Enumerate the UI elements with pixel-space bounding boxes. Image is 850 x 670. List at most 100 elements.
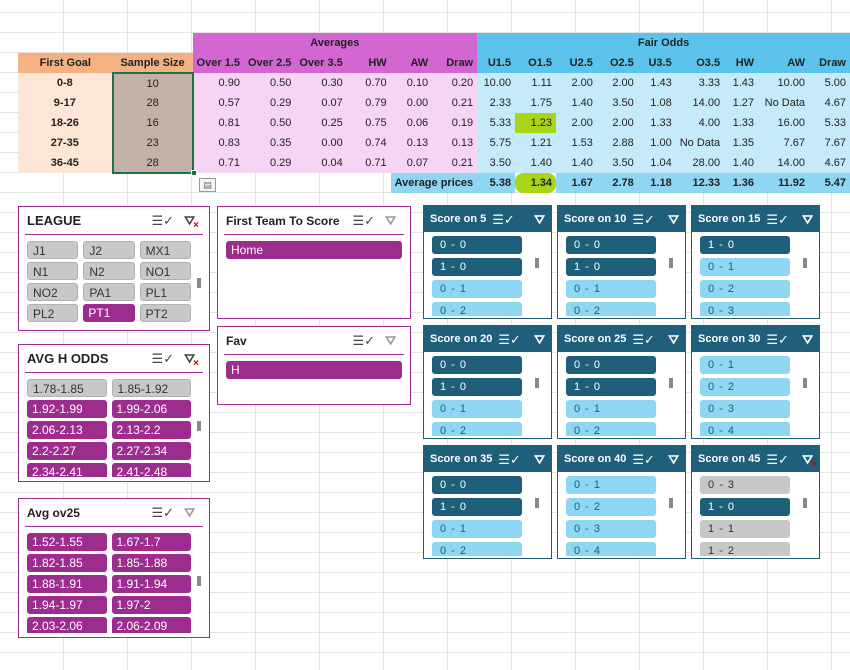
table-cell[interactable]: 1.27: [724, 93, 759, 113]
table-cell[interactable]: 0.75: [346, 113, 391, 133]
table-cell[interactable]: 0.00: [295, 133, 347, 153]
score-item[interactable]: 0 - 2: [700, 378, 790, 396]
table-cell[interactable]: 0.81: [192, 113, 244, 133]
multi-select-icon[interactable]: ☰✓: [632, 333, 655, 346]
table-cell[interactable]: 28.00: [675, 153, 725, 173]
score-item[interactable]: 0 - 4: [700, 422, 790, 436]
table-cell[interactable]: 10.00: [758, 73, 809, 93]
table-cell[interactable]: 1.23: [515, 113, 556, 133]
score-item[interactable]: 0 - 2: [566, 422, 656, 436]
table-cell[interactable]: 1.43: [637, 73, 676, 93]
table-cell[interactable]: 0.74: [346, 133, 391, 153]
slicer-item[interactable]: 1.78-1.85: [27, 379, 107, 397]
table-cell[interactable]: 5.75: [477, 133, 516, 153]
table-cell[interactable]: 10: [111, 72, 194, 93]
multi-select-icon[interactable]: ☰✓: [492, 213, 515, 226]
multi-select-icon[interactable]: ☰✓: [498, 333, 521, 346]
score-item[interactable]: 0 - 3: [566, 520, 656, 538]
table-cell[interactable]: 3.50: [596, 153, 638, 173]
score-item[interactable]: 0 - 1: [432, 280, 522, 298]
score-item[interactable]: 0 - 4: [566, 542, 656, 556]
quick-analysis-icon[interactable]: ▤: [199, 178, 216, 192]
scrollbar[interactable]: [667, 240, 675, 312]
table-cell[interactable]: 0.07: [390, 153, 433, 173]
slicer-item[interactable]: 1.92-1.99: [27, 400, 107, 418]
score-item[interactable]: 1 - 0: [566, 378, 656, 396]
table-cell[interactable]: 0.29: [243, 93, 296, 113]
blank-cell[interactable]: [113, 173, 193, 193]
slicer-item[interactable]: 1.97-2: [111, 596, 191, 614]
score-item[interactable]: 1 - 0: [432, 258, 522, 276]
scrollbar[interactable]: [801, 360, 809, 432]
table-cell[interactable]: 2.88: [596, 133, 638, 153]
table-cell[interactable]: 2.00: [556, 113, 597, 133]
slicer-item[interactable]: 2.34-2.41: [27, 463, 107, 477]
table-cell[interactable]: 3.33: [675, 73, 725, 93]
slicer-item[interactable]: J2: [83, 241, 135, 259]
column-header[interactable]: First Goal: [18, 53, 113, 73]
table-cell[interactable]: 0.79: [346, 93, 391, 113]
score-item[interactable]: 0 - 1: [700, 258, 790, 276]
table-cell[interactable]: 10.00: [477, 73, 516, 93]
table-cell[interactable]: 28: [111, 153, 194, 174]
slicer-item[interactable]: 2.2-2.27: [27, 442, 107, 460]
slicer-item[interactable]: 1.67-1.7: [111, 533, 191, 551]
table-cell[interactable]: 0.57: [192, 93, 244, 113]
table-cell[interactable]: 2.00: [556, 73, 597, 93]
score-item[interactable]: 1 - 0: [432, 378, 522, 396]
slicer-item[interactable]: 1.52-1.55: [27, 533, 107, 551]
score-item[interactable]: 0 - 2: [566, 498, 656, 516]
score-item[interactable]: 0 - 2: [432, 422, 522, 436]
slicer-item[interactable]: PT2: [139, 304, 191, 322]
table-cell[interactable]: 0-8: [18, 73, 113, 93]
slicer-item[interactable]: Home: [226, 241, 402, 259]
column-header[interactable]: O3.5: [675, 53, 725, 73]
average-price-cell[interactable]: 1.67: [556, 173, 597, 193]
score-item[interactable]: 0 - 1: [432, 400, 522, 418]
table-cell[interactable]: 4.67: [809, 153, 850, 173]
slicer-item[interactable]: H: [226, 361, 402, 379]
filter-icon[interactable]: ⛛: [184, 506, 195, 519]
multi-select-icon[interactable]: ☰✓: [632, 453, 655, 466]
table-cell[interactable]: No Data: [675, 133, 725, 153]
blank-cell[interactable]: [347, 173, 391, 193]
clear-filter-icon[interactable]: ⛛: [184, 214, 199, 231]
slicer-item[interactable]: N2: [83, 262, 135, 280]
table-cell[interactable]: 0.20: [432, 73, 478, 93]
table-cell[interactable]: 16: [111, 113, 194, 133]
table-cell[interactable]: 0.19: [432, 113, 478, 133]
multi-select-icon[interactable]: ☰✓: [766, 333, 789, 346]
table-cell[interactable]: 1.00: [637, 133, 676, 153]
table-cell[interactable]: 0.29: [243, 153, 296, 173]
table-cell[interactable]: 0.90: [192, 73, 244, 93]
scrollbar[interactable]: [533, 480, 541, 552]
table-cell[interactable]: 1.40: [556, 153, 597, 173]
score-item[interactable]: 0 - 2: [432, 542, 522, 556]
table-cell[interactable]: 14.00: [675, 93, 725, 113]
score-item[interactable]: 1 - 0: [432, 498, 522, 516]
column-header[interactable]: U3.5: [637, 53, 676, 73]
multi-select-icon[interactable]: ☰✓: [498, 453, 521, 466]
blank-cell[interactable]: [18, 173, 113, 193]
fill-handle[interactable]: [191, 170, 197, 176]
multi-select-icon[interactable]: ☰✓: [152, 214, 175, 227]
table-cell[interactable]: 1.53: [556, 133, 597, 153]
score-item[interactable]: 0 - 3: [700, 476, 790, 494]
column-header[interactable]: Sample Size: [112, 53, 193, 73]
score-item[interactable]: 0 - 1: [566, 280, 656, 298]
slicer-item[interactable]: 1.88-1.91: [27, 575, 107, 593]
table-cell[interactable]: 1.40: [724, 153, 759, 173]
table-cell[interactable]: 3.50: [477, 153, 516, 173]
table-cell[interactable]: 36-45: [18, 153, 113, 173]
table-cell[interactable]: 23: [111, 133, 194, 153]
table-cell[interactable]: 1.40: [515, 153, 556, 173]
slicer-item[interactable]: PL2: [27, 304, 79, 322]
slicer-item[interactable]: 2.41-2.48: [111, 463, 191, 477]
table-cell[interactable]: 9-17: [18, 93, 113, 113]
slicer-item[interactable]: PT1: [83, 304, 135, 322]
filter-icon[interactable]: ⛛: [802, 213, 813, 226]
table-cell[interactable]: 0.10: [390, 73, 433, 93]
filter-icon[interactable]: ⛛: [385, 334, 396, 347]
score-item[interactable]: 0 - 2: [566, 302, 656, 316]
table-cell[interactable]: 28: [111, 93, 194, 113]
